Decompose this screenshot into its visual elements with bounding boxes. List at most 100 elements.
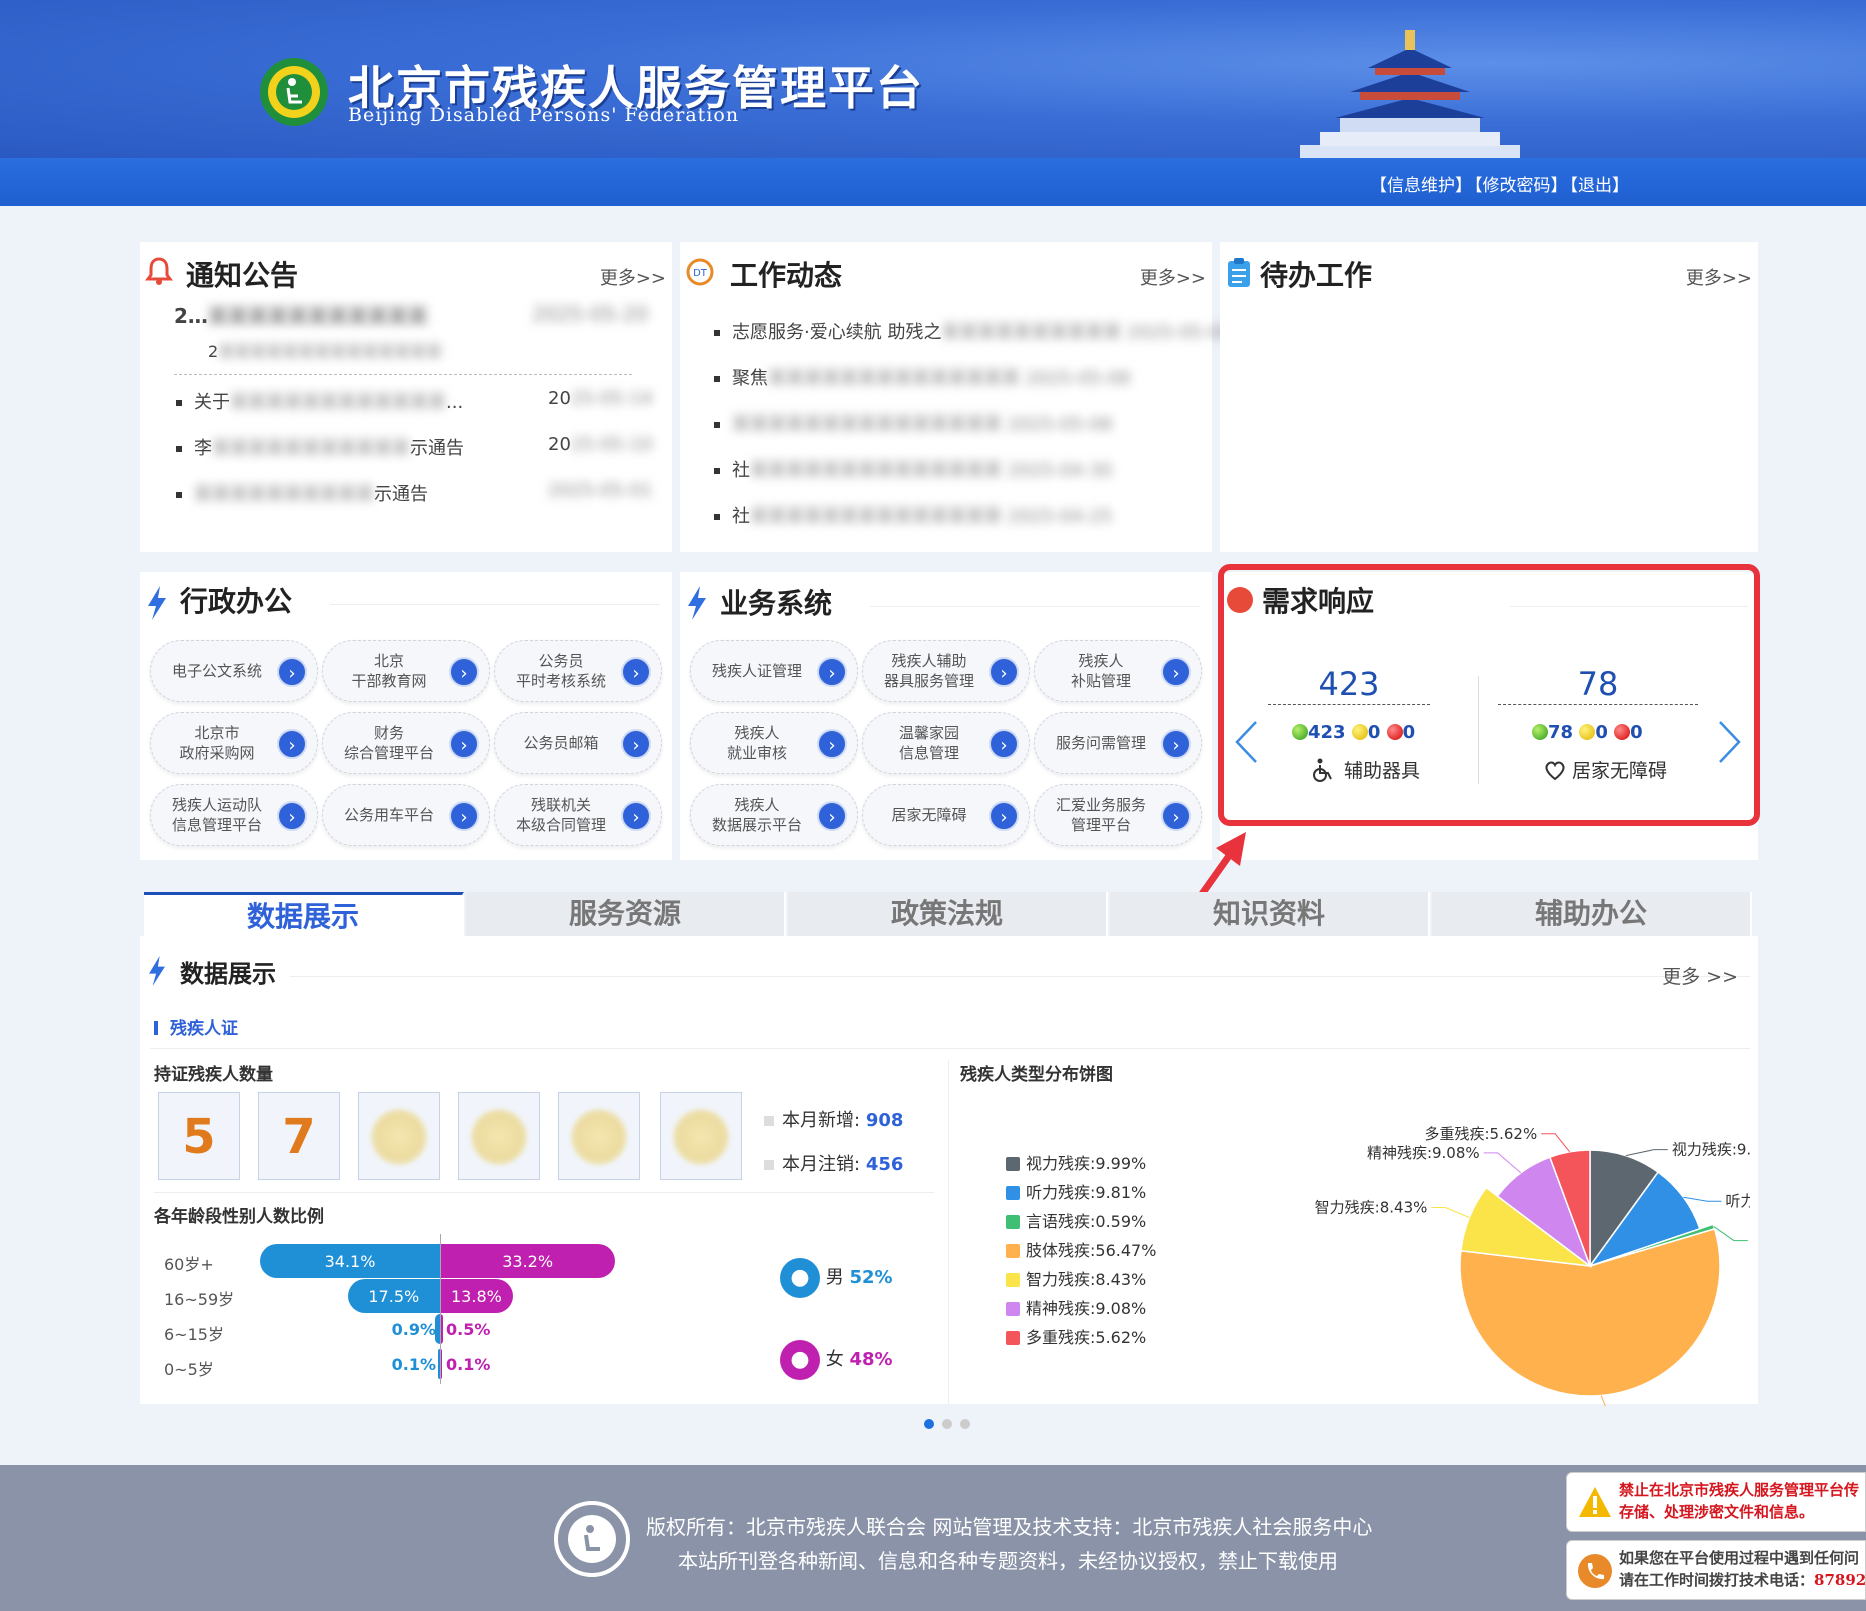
data-display-platform-button[interactable]: 残疾人 数据展示平台 › (690, 784, 858, 846)
pager-dot[interactable] (960, 1419, 970, 1429)
button-label: 残疾人辅助 器具服务管理 (883, 652, 974, 690)
kpi-digit-hidden (458, 1092, 540, 1180)
pie-legend-item[interactable]: 多重残疾:5.62% (1006, 1324, 1146, 1348)
age-category-label: 60岁+ (164, 1255, 214, 1274)
doc-system-button[interactable]: 电子公文系统 › (150, 640, 318, 702)
list-item-date: 2025-05-14 (548, 388, 653, 409)
button-label: 残疾人 就业审核 (726, 724, 787, 762)
list-item-date: 2025-05-10 (548, 434, 653, 455)
gov-procurement-button[interactable]: 北京市 政府采购网 › (150, 712, 318, 774)
disability-type-pie-chart: 视力残疾:9.99%听力残疾:9.81%言语残疾:0.59%肢体残疾:56.47… (1315, 1125, 1750, 1406)
card-management-button[interactable]: 残疾人证管理 › (690, 640, 858, 702)
data-panel: 数据展示 更多 >> 残疾人证 持证残疾人数量 5 7 本月新增: 908 本月… (140, 936, 1758, 1406)
bar-value-label: 0.9% (391, 1320, 436, 1339)
list-item[interactable]: 某某某某某某某某某某某某某某某 2025-05-08 (714, 410, 1112, 436)
list-item[interactable]: 聚焦某某某某某某某某某某某某某某 2025-05-08 (714, 364, 1130, 390)
tab-policy[interactable]: 政策法规 (788, 892, 1108, 936)
arrow-right-icon: › (621, 729, 651, 759)
button-label: 残疾人 补贴管理 (1070, 652, 1131, 690)
clipboard-icon (1228, 258, 1250, 287)
info-maintain-link[interactable]: 【信息维护】 (1370, 176, 1472, 196)
sports-team-platform-button[interactable]: 残疾人运动队 信息管理平台 › (150, 784, 318, 846)
notice-panel: 通知公告 更多>> 2…某某某某某某某某某某某 2025-05-20 2某某某某… (140, 242, 672, 552)
arrow-right-icon: › (277, 657, 307, 687)
pie-legend-item[interactable]: 肢体残疾:56.47% (1006, 1237, 1156, 1261)
pie-legend-item[interactable]: 听力残疾:9.81% (1006, 1179, 1146, 1203)
news-badge-icon: DT (686, 258, 714, 286)
list-item[interactable]: 某某某某某某某某某某示通告 (176, 480, 428, 506)
arrow-right-icon: › (1161, 729, 1191, 759)
data-more-link[interactable]: 更多 >> (1662, 962, 1738, 989)
admin-title: 行政办公 (180, 585, 293, 618)
pager-dot[interactable] (924, 1419, 934, 1429)
pie-legend-item[interactable]: 智力残疾:8.43% (1006, 1266, 1146, 1290)
pager-dot[interactable] (942, 1419, 952, 1429)
employment-review-button[interactable]: 残疾人 就业审核 › (690, 712, 858, 774)
bar-value-label: 34.1% (324, 1252, 376, 1271)
button-label: 温馨家园 信息管理 (898, 724, 959, 762)
button-label: 残疾人运动队 信息管理平台 (171, 796, 262, 834)
civil-servant-mail-button[interactable]: 公务员邮箱 › (494, 712, 662, 774)
tab-service-resources[interactable]: 服务资源 (466, 892, 786, 936)
list-item[interactable]: 关于某某某某某某某某某某某某... (176, 388, 463, 414)
pie-slice-label: 听力残疾:9.81% (1725, 1192, 1750, 1210)
bar-value-label: 0.1% (446, 1355, 491, 1374)
bar-value-label: 0.1% (391, 1355, 436, 1374)
security-warning[interactable]: 禁止在北京市残疾人服务管理平台传 存储、处理涉密文件和信息。 (1566, 1472, 1866, 1532)
pie-label-leader (1683, 1196, 1722, 1202)
notice-more-link[interactable]: 更多>> (600, 264, 666, 290)
month-cancel: 本月注销: 456 (764, 1150, 903, 1176)
assistive-device-service-button[interactable]: 残疾人辅助 器具服务管理 › (862, 640, 1030, 702)
service-demand-button[interactable]: 服务问需管理 › (1034, 712, 1202, 774)
subtab-certificate[interactable]: 残疾人证 (154, 1014, 238, 1039)
button-label: 北京 干部教育网 (351, 652, 427, 690)
female-icon: ● (780, 1340, 820, 1380)
todo-more-link[interactable]: 更多>> (1686, 264, 1752, 290)
list-item[interactable]: 社某某某某某某某某某某某某某某 2025-04-25 (714, 502, 1112, 528)
bar-value-label: 0.5% (446, 1320, 491, 1339)
arrow-right-icon: › (817, 657, 847, 687)
data-section-title: 数据展示 (180, 960, 276, 988)
lightning-icon (149, 956, 165, 986)
chart-center-axis (440, 1234, 441, 1384)
home-barrier-free-button[interactable]: 居家无障碍 › (862, 784, 1030, 846)
todo-panel: 待办工作 更多>> (1220, 242, 1758, 552)
highlight-box (1218, 564, 1760, 826)
bar-value-label: 33.2% (502, 1252, 554, 1271)
list-item[interactable]: 社某某某某某某某某某某某某某某 2025-04-30 (714, 456, 1112, 482)
civil-servant-assessment-button[interactable]: 公务员 平时考核系统 › (494, 640, 662, 702)
pie-chart-title: 残疾人类型分布饼图 (960, 1065, 1113, 1085)
official-car-button[interactable]: 公务用车平台 › (322, 784, 490, 846)
list-item[interactable]: 李某某某某某某某某某某某示通告 (176, 434, 464, 460)
tab-data-display[interactable]: 数据展示 (144, 892, 464, 936)
warm-home-button[interactable]: 温馨家园 信息管理 › (862, 712, 1030, 774)
pie-legend-item[interactable]: 视力残疾:9.99% (1006, 1150, 1146, 1174)
notice-featured[interactable]: 2…某某某某某某某某某某某 (174, 300, 428, 329)
tab-assist-office[interactable]: 辅助办公 (1432, 892, 1752, 936)
warning-icon (1579, 1487, 1611, 1517)
admin-panel: 行政办公 电子公文系统 › 北京 干部教育网 › 公务员 平时考核系统 › 北京市 政府采购… (140, 572, 672, 860)
support-notice[interactable]: 如果您在平台使用过程中遇到任何问请在工作时间拨打技术电话：878924 (1566, 1540, 1866, 1600)
arrow-right-icon: › (449, 801, 479, 831)
subsidy-management-button[interactable]: 残疾人 补贴管理 › (1034, 640, 1202, 702)
work-more-link[interactable]: 更多>> (1140, 264, 1206, 290)
svg-text:DT: DT (693, 268, 708, 279)
age-category-label: 0~5岁 (164, 1360, 214, 1379)
pie-legend-item[interactable]: 精神残疾:9.08% (1006, 1295, 1146, 1319)
change-password-link[interactable]: 【修改密码】 (1474, 176, 1568, 196)
button-label: 服务问需管理 (1055, 734, 1146, 752)
logout-link[interactable]: 【退出】 (1570, 176, 1630, 196)
cadre-education-button[interactable]: 北京 干部教育网 › (322, 640, 490, 702)
list-item[interactable]: 志愿服务·爱心续航 助残之某某某某某某某某某某 2025-05-08 (714, 318, 1232, 344)
bar-value-label: 17.5% (368, 1287, 420, 1306)
arrow-right-icon: › (449, 657, 479, 687)
finance-platform-button[interactable]: 财务 综合管理平台 › (322, 712, 490, 774)
pie-legend-item[interactable]: 言语残疾:0.59% (1006, 1208, 1146, 1232)
tab-knowledge[interactable]: 知识资料 (1110, 892, 1430, 936)
contract-management-button[interactable]: 残联机关 本级合同管理 › (494, 784, 662, 846)
count-title: 持证残疾人数量 (154, 1065, 273, 1085)
main-tabs: 数据展示 服务资源 政策法规 知识资料 辅助办公 (144, 892, 1752, 936)
pie-label-leader (1541, 1133, 1571, 1153)
work-panel: DT 工作动态 更多>> 志愿服务·爱心续航 助残之某某某某某某某某某某 202… (680, 242, 1232, 552)
work-title: 工作动态 (730, 259, 843, 292)
